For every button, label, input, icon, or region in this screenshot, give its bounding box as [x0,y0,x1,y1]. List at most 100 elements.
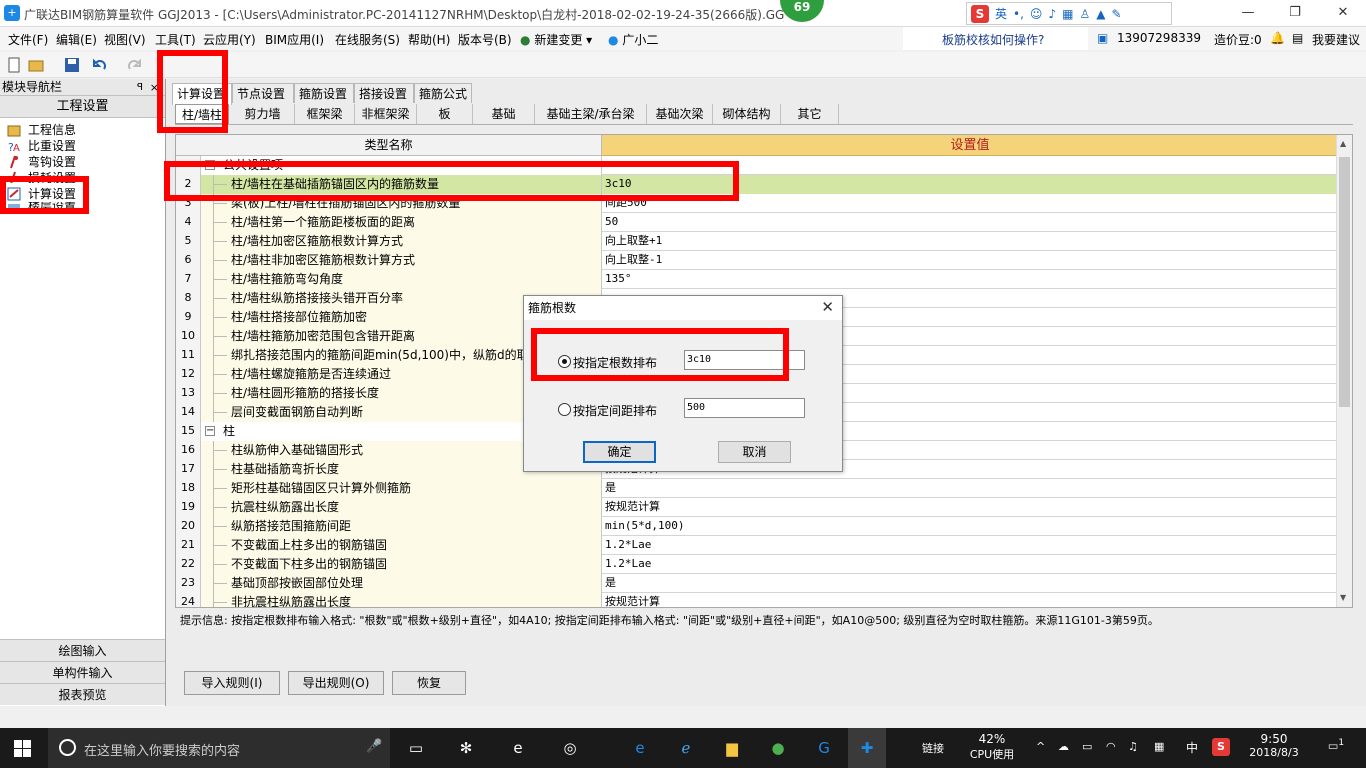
radio-by-count-label[interactable]: 按指定根数排布 [573,354,657,371]
tab-frame-beam[interactable]: 框架梁 [295,104,355,124]
tab-foundation-main-beam[interactable]: 基础主梁/承台梁 [535,104,647,124]
help-question-link[interactable]: 板筋校核如何操作? [903,27,1088,50]
account-icon[interactable]: ▣ [1097,31,1108,45]
nav-item-density[interactable]: ? A 比重设置 [0,138,165,154]
grid-vertical-scrollbar[interactable]: ▲ ▼ [1336,135,1352,607]
ime-toolbar[interactable]: S 英 •, ☺ ♪ ▦ ♙ ▲ ✎ [966,2,1172,25]
suggest-icon[interactable]: ▤ [1292,31,1303,45]
new-file-icon[interactable] [6,57,22,73]
notification-center-icon[interactable]: ▭1 [1326,738,1346,753]
table-row[interactable]: − 公共设置项 [176,156,1338,175]
minimize-button[interactable]: — [1225,0,1271,26]
emoji-icon[interactable]: ☺ [1030,7,1043,21]
tab-slab[interactable]: 板 [417,104,473,124]
tab-foundation[interactable]: 基础 [473,104,535,124]
tab-foundation-secondary-beam[interactable]: 基础次梁 [647,104,713,124]
score-badge[interactable]: 69 [780,0,824,22]
menu-assistant[interactable]: ● 广小二 [608,31,658,48]
menu-view[interactable]: 视图(V) [104,31,146,48]
nav-item-project-info[interactable]: 工程信息 [0,122,165,138]
menu-cloud[interactable]: 云应用(Y) [203,31,256,48]
setting-value[interactable]: 3c10 [602,175,1338,194]
setting-value[interactable]: 按规范计算 [602,498,1338,517]
ie-browser-icon[interactable]: e [506,736,530,760]
table-row[interactable]: 4 柱/墙柱第一个箍筋距楼板面的距离 50 [176,213,1338,232]
import-rules-button[interactable]: 导入规则(I) [184,671,280,695]
menu-online[interactable]: 在线服务(S) [335,31,400,48]
task-view-icon[interactable]: ▭ [404,736,428,760]
tab-node-settings[interactable]: 节点设置 [232,83,294,103]
taskbar-search[interactable]: 在这里输入你要搜索的内容 🎤 [48,728,390,768]
table-row[interactable]: 20 纵筋搭接范围箍筋间距 min(5*d,100) [176,517,1338,536]
nav-drawing-input[interactable]: 绘图输入 [0,639,165,661]
internet-explorer-icon[interactable]: ℯ [674,736,698,760]
table-row[interactable]: 21 不变截面上柱多出的钢筋锚固 1.2*Lae [176,536,1338,555]
search-placeholder[interactable]: 在这里输入你要搜索的内容 [84,740,240,759]
ime-lang[interactable]: 英 [995,5,1007,22]
keyboard-icon[interactable]: ▦ [1062,7,1073,21]
count-input[interactable]: 3c10 [684,350,805,370]
tab-non-frame-beam[interactable]: 非框架梁 [355,104,417,124]
radio-by-spacing-label[interactable]: 按指定间距排布 [573,402,657,419]
tab-lap-settings[interactable]: 搭接设置 [354,83,414,103]
dialog-close-icon[interactable]: ✕ [821,298,834,316]
scrollbar-thumb[interactable] [1339,157,1350,407]
skin-icon[interactable]: ▲ [1096,7,1105,21]
navigator-close-icon[interactable]: × [150,79,159,96]
menu-help[interactable]: 帮助(H) [408,31,450,48]
setting-value[interactable]: 1.2*Lae [602,536,1338,555]
menu-edit[interactable]: 编辑(E) [56,31,97,48]
tray-cloud-icon[interactable]: ☁ [1058,740,1069,753]
table-row[interactable]: 2 柱/墙柱在基础插筋锚固区内的箍筋数量 3c10 [176,175,1338,194]
redo-icon[interactable] [126,57,142,73]
app-notification-icon[interactable]: ◎ [558,736,582,760]
tray-link[interactable]: 链接 [922,740,944,756]
account-phone[interactable]: 13907298339 [1117,31,1201,45]
tab-calc-settings[interactable]: 计算设置 [172,83,232,105]
nav-item-calc-settings[interactable]: 计算设置 [0,186,165,202]
table-row[interactable]: 22 不变截面下柱多出的钢筋锚固 1.2*Lae [176,555,1338,574]
setting-value[interactable]: min(5*d,100) [602,517,1338,536]
file-explorer-icon[interactable]: ▆ [720,736,744,760]
radio-by-count[interactable] [558,355,571,368]
setting-value[interactable] [602,156,1338,175]
tab-masonry[interactable]: 砌体结构 [713,104,781,124]
scroll-down-icon[interactable]: ▼ [1340,593,1346,602]
open-folder-icon[interactable] [28,57,44,73]
wifi-icon[interactable]: ◠ [1106,740,1116,753]
keyboard-tray-icon[interactable]: ▦ [1154,740,1164,753]
table-row[interactable]: 24 非抗震柱纵筋露出长度 按规范计算 [176,593,1338,607]
windows-start-icon[interactable] [14,740,31,757]
radio-by-spacing[interactable] [558,403,571,416]
setting-value[interactable]: 按规范计算 [602,593,1338,607]
pin-icon[interactable]: ꟼ [137,79,143,96]
help-question-text[interactable]: 板筋校核如何操作? [942,31,1044,48]
voice-icon[interactable]: ♪ [1048,7,1056,21]
cortana-icon[interactable] [59,739,76,756]
menu-new-change[interactable]: ● 新建变更 ▾ [520,31,592,48]
menu-tools[interactable]: 工具(T) [155,31,196,48]
microphone-icon[interactable]: 🎤 [366,739,382,754]
cancel-button[interactable]: 取消 [718,441,791,463]
setting-value[interactable]: 间距500 [602,194,1338,213]
setting-value[interactable]: 1.2*Lae [602,555,1338,574]
cpu-indicator[interactable]: 42% CPU使用 [966,732,1018,762]
tab-shear-wall[interactable]: 剪力墙 [231,104,295,124]
battery-icon[interactable]: ▭ [1082,740,1092,753]
bell-icon[interactable]: 🔔 [1270,31,1285,45]
setting-value[interactable]: 向上取整+1 [602,232,1338,251]
tab-stirrup-settings[interactable]: 箍筋设置 [294,83,354,103]
undo-icon[interactable] [92,57,108,73]
volume-icon[interactable]: ♫ [1128,740,1138,753]
nav-single-component-input[interactable]: 单构件输入 [0,661,165,683]
tab-column[interactable]: 柱/墙柱 [175,104,229,124]
ime-language[interactable]: 中 [1186,739,1198,756]
menu-bim[interactable]: BIM应用(I) [265,31,324,48]
setting-value[interactable]: 50 [602,213,1338,232]
tab-other[interactable]: 其它 [781,104,839,124]
table-row[interactable]: 18 矩形柱基础锚固区只计算外侧箍筋 是 [176,479,1338,498]
ggj-app-icon[interactable]: ✚ [848,728,886,768]
restore-button[interactable]: ❐ [1272,0,1318,26]
setting-value[interactable]: 向上取整-1 [602,251,1338,270]
tools-icon[interactable]: ✎ [1111,7,1121,21]
